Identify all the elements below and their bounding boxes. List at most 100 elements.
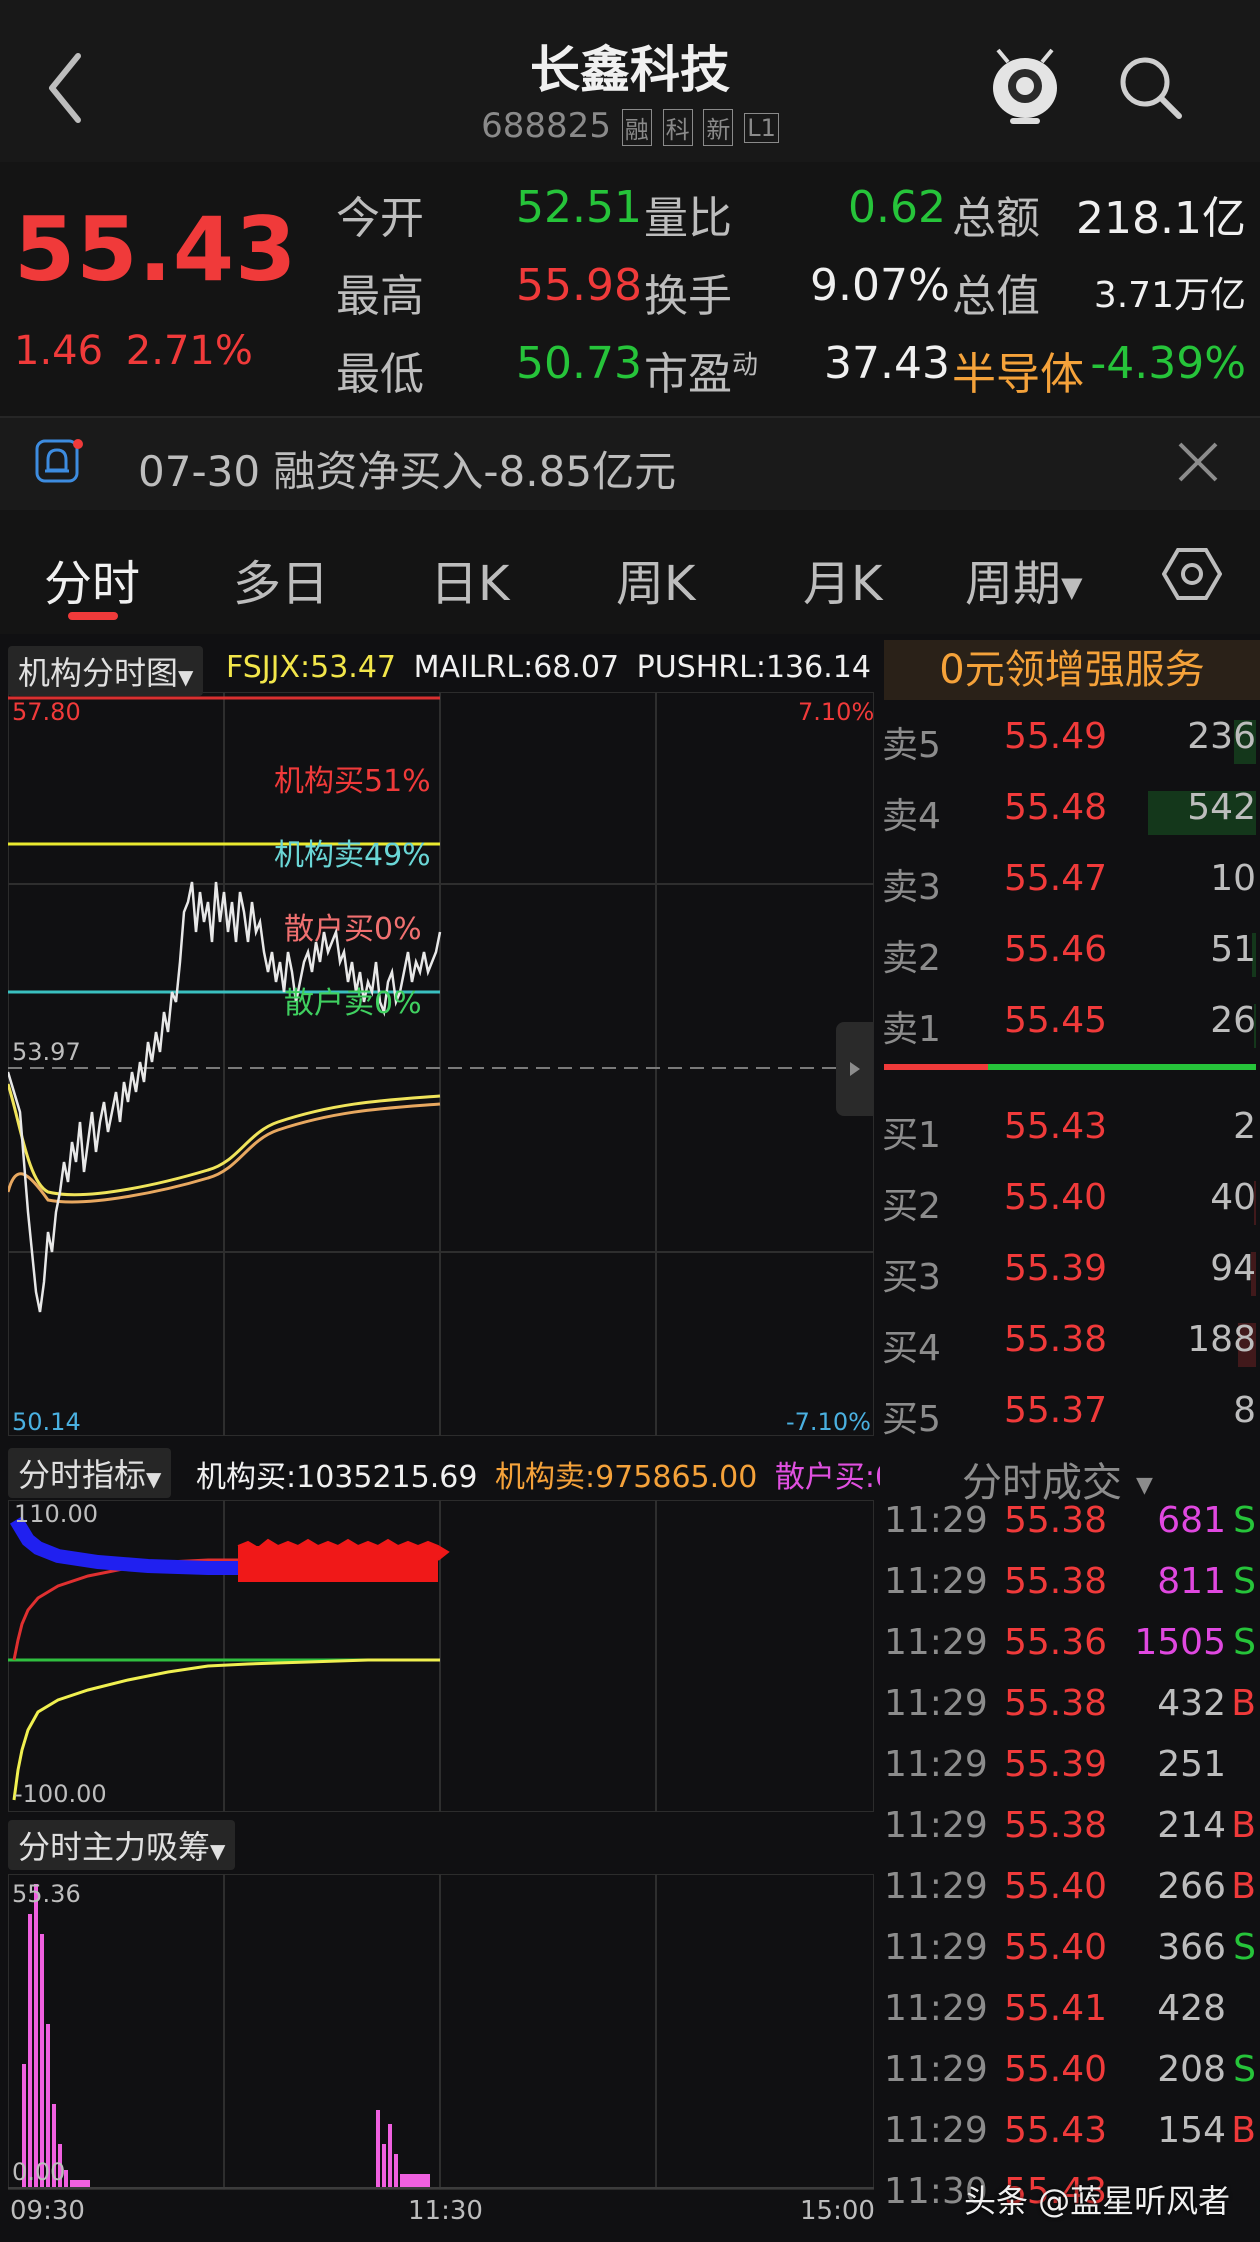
absorb-chart bbox=[8, 1874, 874, 2190]
level-label: 卖5 bbox=[882, 725, 941, 766]
stat-value-amount: 218.1亿 bbox=[1076, 193, 1246, 244]
order-book-ask-row[interactable]: 卖1 55.45 26 bbox=[880, 998, 1260, 1068]
main-chart-selector[interactable]: 机构分时图▼ bbox=[8, 646, 204, 696]
tick-volume: 681 bbox=[1157, 1500, 1226, 1541]
tick-row: 11:29 55.40 366 S bbox=[880, 1927, 1260, 1988]
indicator-legend: 机构买:1035215.69 机构卖:975865.00 散户买:0. bbox=[196, 1452, 880, 1496]
badge-level: L1 bbox=[744, 112, 779, 143]
sector-link[interactable]: 半导体 bbox=[952, 338, 1084, 402]
tick-price: 55.38 bbox=[1004, 1561, 1108, 1602]
order-book-ask-row[interactable]: 卖2 55.46 51 bbox=[880, 927, 1260, 997]
notice-text: 07-30 融资净买入-8.85亿元 bbox=[138, 447, 677, 496]
time-axis-mid: 11:30 bbox=[408, 2196, 483, 2226]
tick-price: 55.40 bbox=[1004, 1927, 1108, 1968]
caret-down-icon: ▼ bbox=[210, 1839, 226, 1863]
expand-orderbook-handle[interactable] bbox=[836, 1022, 874, 1116]
caret-down-icon: ▼ bbox=[1061, 570, 1083, 604]
absorb-bottom-label: 0.00 bbox=[12, 2158, 66, 2186]
tick-time: 11:29 bbox=[884, 1683, 988, 1724]
tick-volume: 811 bbox=[1157, 1561, 1226, 1602]
order-book-bid-row[interactable]: 买1 55.43 2 bbox=[880, 1104, 1260, 1174]
level-volume: 94 bbox=[1210, 1248, 1256, 1289]
tick-side: S bbox=[1233, 1500, 1256, 1541]
tick-price: 55.38 bbox=[1004, 1500, 1108, 1541]
tick-time: 11:29 bbox=[884, 1744, 988, 1785]
order-book-split bbox=[884, 1064, 1256, 1070]
tick-row: 11:29 55.41 428 bbox=[880, 1988, 1260, 2049]
indicator-bottom-label: -100.00 bbox=[14, 1780, 107, 1808]
level-volume: 236 bbox=[1187, 716, 1256, 757]
change-value: 1.46 bbox=[14, 328, 104, 374]
main-chart bbox=[8, 692, 874, 1436]
absorb-selector[interactable]: 分时主力吸筹▼ bbox=[8, 1820, 236, 1870]
notice-bell bbox=[34, 438, 84, 488]
stat-label-pe: 市盈动 bbox=[644, 349, 759, 400]
tab-multi-day[interactable]: 多日 bbox=[233, 544, 329, 614]
tick-price: 55.38 bbox=[1004, 1805, 1108, 1846]
order-book-bid-row[interactable]: 买5 55.37 8 bbox=[880, 1388, 1260, 1458]
level-price: 55.47 bbox=[1004, 858, 1108, 899]
watermark: 头条 @蓝星听风者 bbox=[964, 2182, 1231, 2220]
level-price: 55.45 bbox=[1004, 1000, 1108, 1041]
time-axis-end: 15:00 bbox=[800, 2196, 875, 2226]
legend-inst-sell: 机构卖:975865.00 bbox=[494, 1460, 758, 1495]
tab-monthly-k[interactable]: 月K bbox=[803, 544, 882, 614]
level-price: 55.48 bbox=[1004, 787, 1108, 828]
level-price: 55.37 bbox=[1004, 1390, 1108, 1431]
tick-time: 11:29 bbox=[884, 2110, 988, 2151]
tick-time: 11:29 bbox=[884, 1988, 988, 2029]
indicator-selector[interactable]: 分时指标▼ bbox=[8, 1448, 172, 1498]
notice-close-button[interactable] bbox=[1176, 440, 1220, 484]
tick-side: B bbox=[1231, 1683, 1256, 1724]
level-label: 卖4 bbox=[882, 796, 941, 837]
stat-label-pe-sup: 动 bbox=[732, 350, 759, 381]
tick-time: 11:29 bbox=[884, 1500, 988, 1541]
order-book-bid-row[interactable]: 买3 55.39 94 bbox=[880, 1246, 1260, 1316]
gear-hexagon-icon bbox=[1161, 548, 1223, 600]
tick-side: S bbox=[1233, 1561, 1256, 1602]
order-book-ask-row[interactable]: 卖3 55.47 10 bbox=[880, 856, 1260, 926]
level-label: 卖1 bbox=[882, 1009, 941, 1050]
indicator-top-label: 110.00 bbox=[14, 1500, 98, 1528]
chart-settings-button[interactable] bbox=[1161, 544, 1223, 604]
search-button[interactable] bbox=[1115, 52, 1185, 122]
level-label: 买3 bbox=[882, 1257, 941, 1298]
mascot-button[interactable] bbox=[990, 48, 1060, 124]
absorb-top-label: 55.36 bbox=[12, 1880, 81, 1908]
tick-price: 55.40 bbox=[1004, 2049, 1108, 2090]
level-volume: 10 bbox=[1210, 858, 1256, 899]
tick-price: 55.38 bbox=[1004, 1683, 1108, 1724]
tick-volume: 266 bbox=[1157, 1866, 1226, 1907]
tick-time: 11:29 bbox=[884, 1866, 988, 1907]
level-price: 55.40 bbox=[1004, 1177, 1108, 1218]
tab-daily-k[interactable]: 日K bbox=[430, 544, 509, 614]
tab-intraday[interactable]: 分时 bbox=[44, 544, 140, 614]
stat-label-open: 今开 bbox=[336, 193, 424, 244]
axis-top-pct: 7.10% bbox=[798, 698, 875, 726]
tab-period-label: 周期 bbox=[965, 556, 1062, 612]
caret-down-icon: ▼ bbox=[1136, 1472, 1153, 1498]
promo-banner[interactable]: 0元领增强服务 bbox=[884, 640, 1260, 700]
main-chart-selector-label: 机构分时图 bbox=[18, 654, 179, 692]
close-icon bbox=[1178, 442, 1218, 482]
tab-weekly-k[interactable]: 周K bbox=[616, 544, 695, 614]
level-volume: 8 bbox=[1233, 1390, 1256, 1431]
level-label: 买2 bbox=[882, 1186, 941, 1227]
stat-row-3: 最低 50.73 市盈动 37.43 半导体 -4.39% bbox=[336, 338, 1246, 404]
annotation-inst-buy: 机构买51% bbox=[274, 764, 431, 799]
tick-side: S bbox=[1233, 1927, 1256, 1968]
tab-intraday-underline bbox=[68, 612, 118, 620]
order-book-ask-row[interactable]: 卖4 55.48 542 bbox=[880, 785, 1260, 855]
order-book-ask-row[interactable]: 卖5 55.49 236 bbox=[880, 714, 1260, 784]
order-book-bid-row[interactable]: 买2 55.40 40 bbox=[880, 1175, 1260, 1245]
level-volume: 51 bbox=[1210, 929, 1256, 970]
tick-row: 11:29 55.38 681 S bbox=[880, 1500, 1260, 1561]
level-price: 55.49 bbox=[1004, 716, 1108, 757]
stat-value-open: 52.51 bbox=[516, 182, 642, 233]
tick-price: 55.41 bbox=[1004, 1988, 1108, 2029]
stat-row-2: 最高 55.98 换手 9.07% 总值 3.71万亿 bbox=[336, 260, 1246, 326]
order-book-bid-row[interactable]: 买4 55.38 188 bbox=[880, 1317, 1260, 1387]
tab-period-dropdown[interactable]: 周期▼ bbox=[965, 544, 1083, 614]
tick-side: B bbox=[1231, 1805, 1256, 1846]
tick-time: 11:29 bbox=[884, 1561, 988, 1602]
